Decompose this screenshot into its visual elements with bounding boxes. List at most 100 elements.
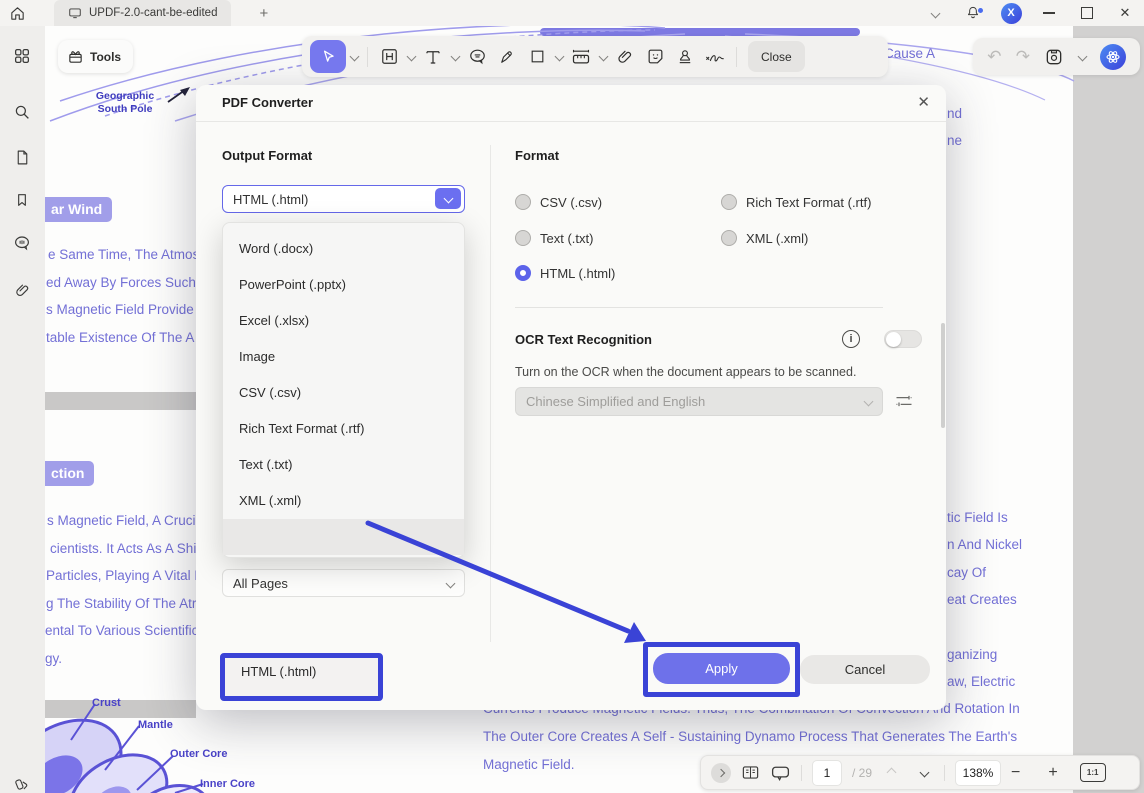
zoom-in-button[interactable]: + <box>1048 765 1057 781</box>
doc-text-fragment: ganizing <box>947 647 997 662</box>
doc-heading-chip-introduction: ction <box>45 461 94 486</box>
header-tool-dropdown[interactable] <box>405 53 417 60</box>
diagram-label-mantle: Mantle <box>138 719 173 731</box>
attachment-icon[interactable] <box>10 278 34 302</box>
stamp-tool-button[interactable] <box>671 43 699 71</box>
bookmark-icon[interactable] <box>10 188 34 212</box>
ocr-toggle[interactable] <box>884 330 922 348</box>
user-avatar[interactable]: X <box>992 3 1030 24</box>
maximize-button[interactable] <box>1068 7 1106 19</box>
apps-grid-icon[interactable] <box>10 44 34 68</box>
html-option-annotation-box[interactable]: HTML (.html) <box>220 653 383 701</box>
dropdown-option-powerpoint[interactable]: PowerPoint (.pptx) <box>223 267 464 303</box>
ocr-language-select[interactable]: Chinese Simplified and English <box>515 387 883 416</box>
shape-tool-button[interactable] <box>523 43 551 71</box>
page-layout-icon[interactable] <box>741 763 760 782</box>
output-format-dropdown-list: Word (.docx) PowerPoint (.pptx) Excel (.… <box>222 222 465 558</box>
sticker-tool-button[interactable] <box>641 43 669 71</box>
edit-header-tool-button[interactable] <box>375 43 403 71</box>
next-page-button[interactable] <box>920 768 930 778</box>
dropdown-option-excel[interactable]: Excel (.xlsx) <box>223 303 464 339</box>
zoom-out-button[interactable]: − <box>1011 765 1020 781</box>
titlebar-dropdown-button[interactable] <box>916 10 954 17</box>
save-button[interactable] <box>1044 47 1064 67</box>
dropdown-option-xml[interactable]: XML (.xml) <box>223 483 464 519</box>
attach-tool-button[interactable] <box>611 43 639 71</box>
dropdown-option-image[interactable]: Image <box>223 339 464 375</box>
zoom-level-input[interactable]: 138% <box>955 760 1001 786</box>
canvas-background <box>1073 26 1144 793</box>
actual-size-button[interactable]: 1:1 <box>1080 763 1106 782</box>
page-total-label: / 29 <box>852 766 872 780</box>
dialog-scrollbar[interactable] <box>941 323 945 428</box>
redo-button[interactable]: ↷ <box>1016 48 1030 65</box>
pages-icon[interactable] <box>10 145 34 169</box>
close-window-button[interactable]: ✕ <box>1106 5 1144 21</box>
signature-tool-button[interactable] <box>701 43 729 71</box>
radio-icon <box>515 194 531 210</box>
ocr-settings-icon[interactable] <box>894 391 914 411</box>
info-icon[interactable]: i <box>842 330 860 348</box>
cancel-button[interactable]: Cancel <box>800 655 930 684</box>
monitor-icon <box>68 6 82 20</box>
dropdown-option-word[interactable]: Word (.docx) <box>223 231 464 267</box>
theme-swatch-icon[interactable] <box>10 771 34 793</box>
save-dropdown[interactable] <box>1077 52 1087 62</box>
output-format-chevron-button[interactable] <box>435 188 461 209</box>
statusbar-divider <box>801 765 802 781</box>
dialog-close-icon[interactable]: ✕ <box>917 93 930 111</box>
previous-page-button[interactable] <box>887 768 897 778</box>
radio-icon <box>721 194 737 210</box>
home-button[interactable] <box>0 5 34 22</box>
measure-tool-dropdown[interactable] <box>597 53 609 60</box>
dropdown-option-csv[interactable]: CSV (.csv) <box>223 375 464 411</box>
close-tools-button[interactable]: Close <box>748 41 805 72</box>
radio-selected-icon <box>515 265 531 281</box>
undo-button[interactable]: ↶ <box>987 48 1001 65</box>
measure-tool-button[interactable] <box>567 43 595 71</box>
select-tool-button[interactable] <box>310 40 346 73</box>
chevron-down-icon <box>864 397 874 407</box>
pole-label-line2: South Pole <box>98 103 153 115</box>
search-icon[interactable] <box>10 100 34 124</box>
highlighter-tool-button[interactable] <box>493 43 521 71</box>
text-tool-dropdown[interactable] <box>449 53 461 60</box>
dropdown-option-txt[interactable]: Text (.txt) <box>223 447 464 483</box>
page-gap <box>45 392 196 410</box>
dialog-header: PDF Converter ✕ <box>196 85 946 122</box>
left-sidebar <box>0 26 45 793</box>
notifications-button[interactable] <box>954 5 992 21</box>
minimize-button[interactable] <box>1030 12 1068 14</box>
document-tab[interactable]: UPDF-2.0-cant-be-edited <box>54 0 231 26</box>
dropdown-option-html[interactable] <box>223 519 464 555</box>
format-radio-csv[interactable]: CSV (.csv) <box>515 194 602 210</box>
diagram-label-inner-core: Inner Core <box>200 778 255 790</box>
page-range-select[interactable]: All Pages <box>222 569 465 597</box>
comment-tool-button[interactable] <box>463 43 491 71</box>
format-radio-html[interactable]: HTML (.html) <box>515 265 615 281</box>
doc-text-line: ed Away By Forces Such <box>46 275 196 290</box>
format-radio-xml[interactable]: XML (.xml) <box>721 230 808 246</box>
doc-text-line: table Existence Of The A <box>46 330 194 345</box>
new-tab-button[interactable]: + <box>259 6 268 21</box>
dropdown-option-rtf[interactable]: Rich Text Format (.rtf) <box>223 411 464 447</box>
ocr-title: OCR Text Recognition <box>515 332 652 347</box>
text-tool-button[interactable] <box>419 43 447 71</box>
format-radio-rtf[interactable]: Rich Text Format (.rtf) <box>721 194 871 210</box>
select-tool-dropdown[interactable] <box>348 53 360 60</box>
tools-button[interactable]: Tools <box>58 40 133 73</box>
shape-tool-dropdown[interactable] <box>553 53 565 60</box>
output-format-select[interactable]: HTML (.html) <box>222 185 465 213</box>
radio-label: CSV (.csv) <box>540 195 602 210</box>
page-number-input[interactable]: 1 <box>812 760 842 786</box>
pole-label-line1: Geographic <box>96 90 154 102</box>
status-bar: 1 / 29 138% − + 1:1 <box>700 755 1140 790</box>
doc-text-fragment: tic Field Is <box>947 510 1008 525</box>
annotation-mode-icon[interactable] <box>770 762 791 783</box>
expand-panel-button[interactable] <box>711 763 731 783</box>
tools-gift-icon <box>67 48 84 65</box>
ai-assistant-button[interactable] <box>1100 44 1126 70</box>
comments-icon[interactable] <box>10 231 34 255</box>
format-radio-txt[interactable]: Text (.txt) <box>515 230 593 246</box>
tab-title: UPDF-2.0-cant-be-edited <box>89 7 217 19</box>
